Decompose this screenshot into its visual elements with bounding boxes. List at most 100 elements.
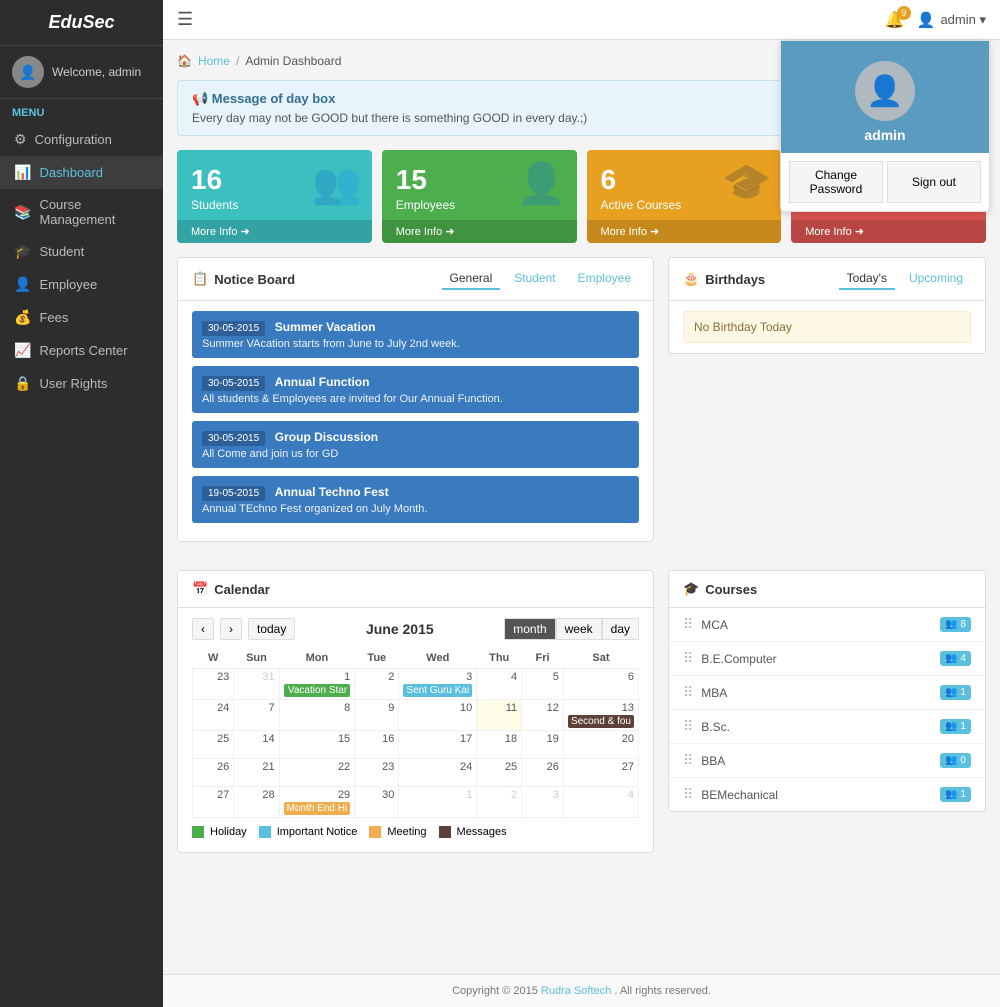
active-courses-more[interactable]: More Info ➜ — [587, 220, 782, 243]
cal-day-cell[interactable]: 27 — [563, 759, 638, 787]
course-list-item[interactable]: ⠿ MBA 👥 1 — [669, 676, 985, 710]
cal-day-cell[interactable]: 3 — [522, 787, 564, 818]
course-list-item[interactable]: ⠿ B.E.Computer 👥 4 — [669, 642, 985, 676]
notice-text: Annual TEchno Fest organized on July Mon… — [202, 503, 629, 515]
cal-day-cell[interactable]: 10 — [399, 700, 477, 731]
cal-day-cell[interactable]: 1 — [399, 787, 477, 818]
cal-day-cell[interactable]: 2 — [355, 669, 399, 700]
dashboard-icon: 📊 — [14, 164, 31, 181]
cal-day-cell[interactable]: 5 — [522, 669, 564, 700]
sign-out-button[interactable]: Sign out — [887, 161, 981, 203]
sidebar-item-reports-center[interactable]: 📈 Reports Center — [0, 334, 163, 367]
change-password-button[interactable]: Change Password — [789, 161, 883, 203]
birthdays-body: No Birthday Today — [669, 301, 985, 353]
cal-day-cell[interactable]: 30 — [355, 787, 399, 818]
sidebar-item-employee[interactable]: 👤 Employee — [0, 268, 163, 301]
sidebar-item-course-management[interactable]: 📚 Course Management — [0, 189, 163, 235]
course-list-item[interactable]: ⠿ BEMechanical 👥 1 — [669, 778, 985, 811]
cal-day-cell[interactable]: 29Month End Hi — [279, 787, 355, 818]
cal-day-cell[interactable]: 15 — [279, 731, 355, 759]
cal-day-cell[interactable]: 18 — [477, 731, 522, 759]
cal-day-cell[interactable]: 24 — [399, 759, 477, 787]
tab-student[interactable]: Student — [506, 268, 563, 290]
cal-day-cell[interactable]: 4 — [477, 669, 522, 700]
cal-event[interactable]: Second & fou — [568, 715, 634, 728]
cal-day-cell[interactable]: 16 — [355, 731, 399, 759]
cal-day-cell[interactable]: 17 — [399, 731, 477, 759]
notice-item[interactable]: 30-05-2015 Annual Function All students … — [192, 366, 639, 413]
cal-day-cell[interactable]: 7 — [234, 700, 279, 731]
breadcrumb-separator: / — [236, 54, 239, 68]
user-menu-button[interactable]: 👤 admin ▾ — [917, 11, 986, 29]
cal-day-cell[interactable]: 31 — [234, 669, 279, 700]
notice-title: Group Discussion — [275, 430, 378, 444]
calendar-icon: 📅 — [192, 581, 208, 597]
notice-item-header: 30-05-2015 Annual Function — [202, 374, 629, 391]
user-dropdown-actions: Change Password Sign out — [781, 153, 989, 211]
cal-day-cell[interactable]: 3Sent Guru Kai — [399, 669, 477, 700]
notice-item[interactable]: 30-05-2015 Group Discussion All Come and… — [192, 421, 639, 468]
cal-month-view[interactable]: month — [504, 618, 555, 640]
tab-employee[interactable]: Employee — [570, 268, 639, 290]
sidebar-label-reports-center: Reports Center — [39, 343, 127, 358]
drag-handle-icon: ⠿ — [683, 616, 693, 633]
cal-week-num: 27 — [193, 787, 234, 818]
cal-day-cell[interactable]: 20 — [563, 731, 638, 759]
cal-day-cell[interactable]: 1Vacation Star — [279, 669, 355, 700]
course-list-item[interactable]: ⠿ MCA 👥 8 — [669, 608, 985, 642]
cal-day-cell[interactable]: 8 — [279, 700, 355, 731]
cal-day-cell[interactable]: 11 — [477, 700, 522, 731]
cal-day-cell[interactable]: 26 — [522, 759, 564, 787]
sidebar-item-user-rights[interactable]: 🔒 User Rights — [0, 367, 163, 400]
notice-item[interactable]: 19-05-2015 Annual Techno Fest Annual TEc… — [192, 476, 639, 523]
cal-day-cell[interactable]: 22 — [279, 759, 355, 787]
footer-link[interactable]: Rudra Softech — [541, 985, 611, 997]
notice-item-header: 19-05-2015 Annual Techno Fest — [202, 484, 629, 501]
employee-icon: 👤 — [14, 276, 31, 293]
cal-day-view[interactable]: day — [602, 618, 639, 640]
course-list-item[interactable]: ⠿ BBA 👥 0 — [669, 744, 985, 778]
tab-upcoming[interactable]: Upcoming — [901, 268, 971, 290]
active-batches-more[interactable]: More Info ➜ — [791, 220, 986, 243]
course-list-item[interactable]: ⠿ B.Sc. 👥 1 — [669, 710, 985, 744]
sidebar-item-fees[interactable]: 💰 Fees — [0, 301, 163, 334]
cal-day-cell[interactable]: 2 — [477, 787, 522, 818]
students-more[interactable]: More Info ➜ — [177, 220, 372, 243]
birthdays-header: 🎂 Birthdays Today's Upcoming — [669, 258, 985, 301]
sidebar-item-configuration[interactable]: ⚙ Configuration — [0, 123, 163, 156]
breadcrumb-home[interactable]: Home — [198, 54, 230, 68]
courses-list: ⠿ MCA 👥 8 ⠿ B.E.Computer 👥 4 ⠿ MBA 👥 1 ⠿… — [669, 608, 985, 811]
tab-todays[interactable]: Today's — [839, 268, 895, 290]
cal-prev-button[interactable]: ‹ — [192, 618, 214, 640]
employees-more[interactable]: More Info ➜ — [382, 220, 577, 243]
course-badge: 👥 4 — [940, 651, 971, 666]
cal-day-cell[interactable]: 12 — [522, 700, 564, 731]
tab-general[interactable]: General — [442, 268, 501, 290]
notice-title: Summer Vacation — [275, 320, 376, 334]
cal-event[interactable]: Sent Guru Kai — [403, 684, 472, 697]
cal-event[interactable]: Vacation Star — [284, 684, 351, 697]
calendar-col: 📅 Calendar ‹ › today June 2015 month wee… — [177, 570, 654, 867]
sidebar-item-student[interactable]: 🎓 Student — [0, 235, 163, 268]
cal-day-cell[interactable]: 4 — [563, 787, 638, 818]
cal-day-cell[interactable]: 6 — [563, 669, 638, 700]
cal-day-cell[interactable]: 23 — [355, 759, 399, 787]
cal-next-button[interactable]: › — [220, 618, 242, 640]
cal-day-cell[interactable]: 21 — [234, 759, 279, 787]
notification-bell[interactable]: 🔔 9 — [885, 10, 905, 30]
cal-day-cell[interactable]: 28 — [234, 787, 279, 818]
cal-day-cell[interactable]: 19 — [522, 731, 564, 759]
cal-day-cell[interactable]: 14 — [234, 731, 279, 759]
cal-header-tue: Tue — [355, 648, 399, 669]
sidebar-item-dashboard[interactable]: 📊 Dashboard — [0, 156, 163, 189]
cal-today-button[interactable]: today — [248, 618, 295, 640]
birthdays-col: 🎂 Birthdays Today's Upcoming No Birthday… — [668, 257, 986, 556]
cal-day-cell[interactable]: 9 — [355, 700, 399, 731]
notice-item[interactable]: 30-05-2015 Summer Vacation Summer VAcati… — [192, 311, 639, 358]
cal-event[interactable]: Month End Hi — [284, 802, 351, 815]
cal-day-cell[interactable]: 25 — [477, 759, 522, 787]
hamburger-button[interactable]: ☰ — [177, 9, 193, 30]
cal-week-view[interactable]: week — [556, 618, 602, 640]
cal-day-cell[interactable]: 13Second & fou — [563, 700, 638, 731]
notice-board-col: 📋 Notice Board General Student Employee … — [177, 257, 654, 556]
